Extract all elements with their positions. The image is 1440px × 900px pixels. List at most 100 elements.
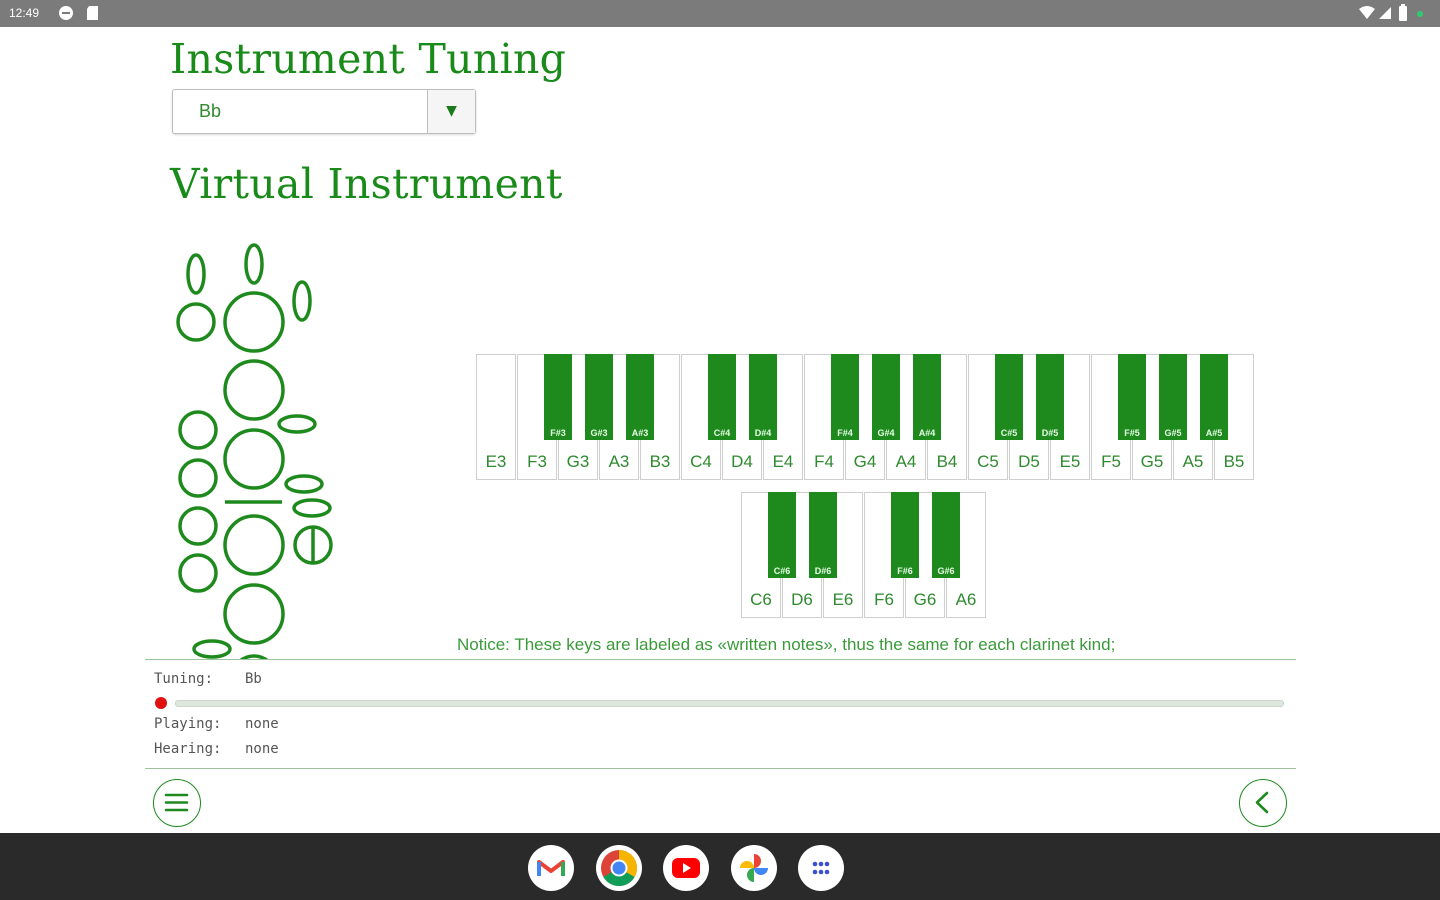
dot-indicator-icon — [1417, 11, 1423, 17]
side-key-c — [178, 458, 218, 498]
black-key-label: D#6 — [814, 566, 832, 576]
tuning-value: Bb — [245, 671, 262, 687]
white-key-label: B3 — [649, 452, 671, 471]
signal-icon — [1379, 7, 1391, 19]
white-key-label: A3 — [608, 452, 630, 471]
tone-hole-5 — [223, 583, 285, 645]
black-key-label: G#3 — [590, 428, 608, 438]
white-key-label: C6 — [750, 590, 772, 609]
sd-card-icon — [87, 6, 98, 20]
white-key-label: E5 — [1059, 452, 1081, 471]
black-key-g-sharp4[interactable]: G#4 — [872, 354, 900, 440]
black-key-label: C#5 — [1000, 428, 1018, 438]
black-key-g-sharp6[interactable]: G#6 — [932, 492, 960, 578]
black-key-d-sharp4[interactable]: D#4 — [749, 354, 777, 440]
white-key-label: G3 — [566, 452, 590, 471]
register-key-right — [292, 280, 312, 322]
black-key-d-sharp5[interactable]: D#5 — [1036, 354, 1064, 440]
playing-value: none — [245, 716, 279, 732]
hearing-label: Hearing: — [154, 741, 222, 757]
white-key-label: E4 — [772, 452, 794, 471]
white-key-label: C4 — [690, 452, 712, 471]
white-key-label: A4 — [895, 452, 917, 471]
tone-hole-2 — [223, 359, 285, 421]
white-key-label: E6 — [832, 590, 854, 609]
white-key-label: G5 — [1140, 452, 1164, 471]
black-key-d-sharp6[interactable]: D#6 — [809, 492, 837, 578]
white-key-label: F3 — [527, 452, 547, 471]
white-key-label: D4 — [731, 452, 753, 471]
playback-progress-handle[interactable] — [155, 697, 167, 709]
black-key-a-sharp5[interactable]: A#5 — [1200, 354, 1228, 440]
chrome-icon[interactable] — [596, 845, 642, 891]
divider-bottom — [145, 768, 1296, 769]
black-key-f-sharp6[interactable]: F#6 — [891, 492, 919, 578]
white-key-label: D5 — [1018, 452, 1040, 471]
black-key-c-sharp6[interactable]: C#6 — [768, 492, 796, 578]
instrument-tuning-heading: Instrument Tuning — [170, 35, 567, 83]
blocked-icon — [59, 6, 73, 20]
black-key-label: G#4 — [877, 428, 895, 438]
black-key-c-sharp4[interactable]: C#4 — [708, 354, 736, 440]
black-key-g-sharp3[interactable]: G#3 — [585, 354, 613, 440]
side-key-a — [178, 410, 218, 450]
black-key-g-sharp5[interactable]: G#5 — [1159, 354, 1187, 440]
back-button[interactable] — [1239, 779, 1287, 827]
tone-hole-1 — [223, 291, 285, 353]
black-key-label: C#4 — [713, 428, 731, 438]
white-key-label: G6 — [913, 590, 937, 609]
menu-button[interactable] — [153, 779, 201, 827]
tone-hole-3 — [223, 428, 285, 490]
register-key-left — [186, 253, 206, 295]
white-key-e3[interactable]: E3 — [476, 354, 516, 480]
side-key-d — [284, 474, 324, 494]
white-key-label: B5 — [1223, 452, 1245, 471]
white-key-label: C5 — [977, 452, 999, 471]
tone-hole-4 — [223, 514, 285, 576]
white-key-label: D6 — [791, 590, 813, 609]
register-key-top — [244, 243, 264, 285]
side-key-f — [178, 506, 218, 546]
white-key-label: B4 — [936, 452, 958, 471]
photos-icon[interactable] — [731, 845, 777, 891]
black-key-label: A#3 — [631, 428, 649, 438]
black-key-label: A#4 — [918, 428, 936, 438]
youtube-icon[interactable] — [663, 845, 709, 891]
black-key-f-sharp5[interactable]: F#5 — [1118, 354, 1146, 440]
status-time: 12:49 — [9, 6, 40, 20]
white-key-label: F6 — [874, 590, 894, 609]
black-key-a-sharp3[interactable]: A#3 — [626, 354, 654, 440]
wifi-icon — [1359, 6, 1375, 19]
side-key-h — [192, 639, 232, 659]
black-key-c-sharp5[interactable]: C#5 — [995, 354, 1023, 440]
black-key-label: F#3 — [550, 428, 566, 438]
clarinet-fingering-diagram[interactable] — [170, 238, 345, 660]
black-key-label: F#6 — [897, 566, 913, 576]
side-key-g — [178, 553, 218, 593]
thumb-key — [176, 302, 216, 342]
black-key-label: C#6 — [773, 566, 791, 576]
playback-progress-track[interactable] — [175, 700, 1284, 707]
black-key-a-sharp4[interactable]: A#4 — [913, 354, 941, 440]
black-key-label: D#5 — [1041, 428, 1059, 438]
gmail-icon[interactable] — [528, 845, 574, 891]
white-key-label: E3 — [485, 452, 507, 471]
black-key-label: A#5 — [1205, 428, 1223, 438]
side-key-b — [277, 414, 317, 434]
black-key-label: F#5 — [1124, 428, 1140, 438]
black-key-f-sharp4[interactable]: F#4 — [831, 354, 859, 440]
black-key-label: F#4 — [837, 428, 853, 438]
battery-icon — [1399, 4, 1407, 21]
white-key-label: G4 — [853, 452, 877, 471]
black-key-f-sharp3[interactable]: F#3 — [544, 354, 572, 440]
black-key-label: G#5 — [1164, 428, 1182, 438]
app-drawer-icon[interactable] — [798, 845, 844, 891]
dropdown-arrow-icon[interactable]: ▼ — [427, 90, 475, 133]
white-key-label: A5 — [1182, 452, 1204, 471]
white-key-label: F4 — [814, 452, 834, 471]
tuning-select[interactable]: Bb ▼ — [172, 89, 476, 134]
white-key-label: A6 — [955, 590, 977, 609]
tuning-label: Tuning: — [154, 671, 214, 687]
virtual-instrument-heading: Virtual Instrument — [170, 160, 563, 208]
system-status-bar: 12:49 — [0, 0, 1440, 27]
